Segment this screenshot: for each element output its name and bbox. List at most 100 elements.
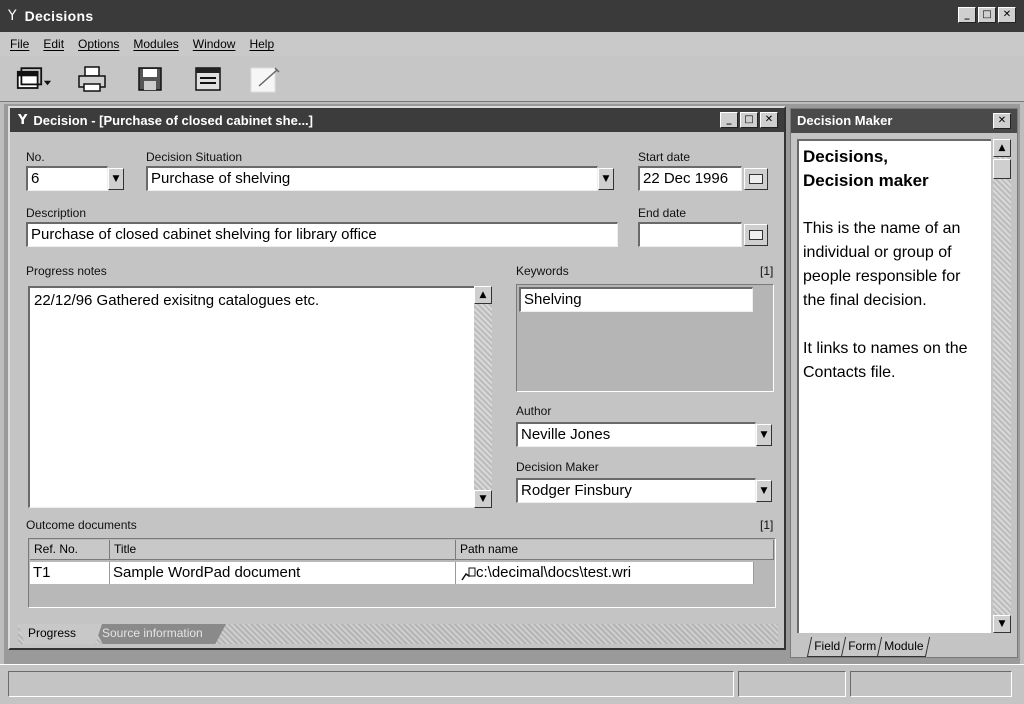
start-date-field[interactable]: 22 Dec 1996 <box>638 166 742 191</box>
menu-edit[interactable]: Edit <box>43 37 64 51</box>
chevron-down-icon: ▼ <box>479 494 487 504</box>
status-segment-2 <box>738 671 846 697</box>
decision-situation-field[interactable]: Purchase of shelving <box>146 166 598 191</box>
menu-help[interactable]: Help <box>249 37 274 51</box>
help-panel-close-button[interactable]: ✕ <box>993 113 1011 129</box>
note-button[interactable] <box>248 64 284 94</box>
end-date-calendar-button[interactable] <box>744 224 768 246</box>
outcome-documents-count: [1] <box>760 518 774 532</box>
column-path-name[interactable]: Path name <box>456 540 774 560</box>
scroll-thumb[interactable] <box>993 159 1011 179</box>
decision-window: Y Decision - [Purchase of closed cabinet… <box>8 106 786 650</box>
chevron-down-icon: ▼ <box>998 619 1006 629</box>
outcome-documents-label: Outcome documents <box>26 518 137 532</box>
scroll-up-button[interactable]: ▲ <box>993 139 1011 157</box>
start-date-calendar-button[interactable] <box>744 168 768 190</box>
menu-window[interactable]: Window <box>193 37 236 51</box>
no-dropdown-button[interactable]: ▼ <box>108 168 124 190</box>
tab-module[interactable]: Module <box>876 637 931 657</box>
menu-bar: File Edit Options Modules Window Help <box>0 32 1024 56</box>
form-icon <box>195 66 221 91</box>
form-tab-strip: Progress Source information <box>18 624 778 644</box>
print-button[interactable] <box>74 64 110 94</box>
decision-window-controls: _ □ ✕ <box>720 112 778 128</box>
decision-window-title: Decision - [Purchase of closed cabinet s… <box>33 112 313 128</box>
tab-source-information[interactable]: Source information <box>92 624 226 644</box>
toolbar <box>0 56 1024 102</box>
author-dropdown-button[interactable]: ▼ <box>756 424 772 446</box>
window-logo-icon: Y <box>18 112 28 128</box>
help-heading-line-2: Decision maker <box>803 171 929 190</box>
no-label: No. <box>26 150 45 164</box>
progress-notes-textarea[interactable]: 22/12/96 Gathered exisitng catalogues et… <box>28 286 476 508</box>
description-field[interactable]: Purchase of closed cabinet shelving for … <box>26 222 618 247</box>
save-button[interactable] <box>132 64 168 94</box>
decision-maker-help-panel: Decision Maker ✕ Decisions, Decision mak… <box>790 108 1018 658</box>
author-field[interactable]: Neville Jones <box>516 422 756 447</box>
decision-maker-label: Decision Maker <box>516 460 599 474</box>
menu-options[interactable]: Options <box>78 37 119 51</box>
scroll-up-button[interactable]: ▲ <box>474 286 492 304</box>
keywords-label: Keywords <box>516 264 569 278</box>
save-icon <box>138 66 162 91</box>
decision-situation-dropdown-button[interactable]: ▼ <box>598 168 614 190</box>
app-close-button[interactable]: ✕ <box>998 7 1016 23</box>
help-text-area: Decisions, Decision maker This is the na… <box>797 139 991 633</box>
help-paragraph-1: This is the name of an individual or gro… <box>803 220 961 309</box>
no-field[interactable]: 6 <box>26 166 108 191</box>
table-cell-title[interactable]: Sample WordPad document <box>110 562 456 584</box>
status-segment-main <box>8 671 734 697</box>
menu-file[interactable]: File <box>10 37 29 51</box>
window-menu-button[interactable] <box>16 64 52 94</box>
form-view-button[interactable] <box>190 64 226 94</box>
help-heading-line-1: Decisions, <box>803 147 889 166</box>
decision-maker-field[interactable]: Rodger Finsbury <box>516 478 756 503</box>
status-bar <box>0 664 1024 704</box>
app-window-controls: _ □ ✕ <box>958 7 1016 23</box>
note-icon <box>250 66 280 92</box>
progress-notes-label: Progress notes <box>26 264 107 278</box>
description-label: Description <box>26 206 87 220</box>
outcome-documents-table[interactable]: Ref. No. Title Path name T1 Sample WordP… <box>28 538 776 608</box>
print-icon <box>78 65 106 92</box>
app-title: Decisions <box>24 8 94 24</box>
keyword-item[interactable]: Shelving <box>519 287 753 312</box>
decision-maximize-button[interactable]: □ <box>740 112 758 128</box>
tab-progress[interactable]: Progress <box>18 624 102 644</box>
help-panel-title: Decision Maker <box>797 113 893 128</box>
column-title[interactable]: Title <box>110 540 456 560</box>
end-date-field[interactable] <box>638 222 742 247</box>
keywords-list[interactable]: Shelving <box>516 284 774 392</box>
decision-situation-label: Decision Situation <box>146 150 243 164</box>
decision-close-button[interactable]: ✕ <box>760 112 778 128</box>
table-cell-ref[interactable]: T1 <box>30 562 110 584</box>
chevron-up-icon: ▲ <box>998 143 1006 153</box>
help-panel-title-bar[interactable]: Decision Maker ✕ <box>791 109 1017 133</box>
keywords-count: [1] <box>760 264 774 278</box>
decision-minimize-button[interactable]: _ <box>720 112 738 128</box>
app-title-bar[interactable]: Y Decisions _ □ ✕ <box>0 0 1024 32</box>
help-paragraph-2: It links to names on the Contacts file. <box>803 340 968 381</box>
decision-window-title-bar[interactable]: Y Decision - [Purchase of closed cabinet… <box>10 108 784 132</box>
chevron-up-icon: ▲ <box>479 290 487 300</box>
app-minimize-button[interactable]: _ <box>958 7 976 23</box>
scroll-down-button[interactable]: ▼ <box>474 490 492 508</box>
author-label: Author <box>516 404 552 418</box>
chevron-down-icon: ▼ <box>760 486 768 496</box>
table-cell-path[interactable]: c:\decimal\docs\test.wri <box>456 562 754 584</box>
help-scrollbar[interactable]: ▲ ▼ <box>993 139 1011 633</box>
decision-maker-dropdown-button[interactable]: ▼ <box>756 480 772 502</box>
app-maximize-button[interactable]: □ <box>978 7 996 23</box>
app-logo-icon: Y <box>8 8 17 24</box>
start-date-label: Start date <box>638 150 691 164</box>
help-heading: Decisions, Decision maker <box>803 145 987 193</box>
scroll-down-button[interactable]: ▼ <box>993 615 1011 633</box>
window-menu-icon <box>16 66 52 89</box>
help-panel-tabs: Field Form Module <box>806 637 931 657</box>
progress-notes-scrollbar[interactable]: ▲ ▼ <box>474 286 492 508</box>
calendar-icon <box>749 230 763 240</box>
end-date-label: End date <box>638 206 687 220</box>
chevron-down-icon: ▼ <box>112 174 120 184</box>
column-ref-no[interactable]: Ref. No. <box>30 540 110 560</box>
menu-modules[interactable]: Modules <box>133 37 178 51</box>
